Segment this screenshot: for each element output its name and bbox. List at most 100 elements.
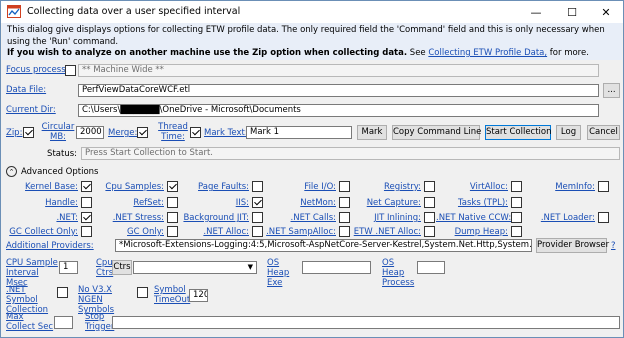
provider-browser-button[interactable]: Provider Browser bbox=[536, 238, 609, 253]
advanced-options-toggle[interactable]: ⌃ bbox=[6, 166, 17, 177]
meminfo-checkbox[interactable] bbox=[598, 181, 609, 192]
thread-time-checkbox[interactable] bbox=[190, 127, 201, 138]
virtalloc-label[interactable]: VirtAlloc: bbox=[436, 182, 508, 193]
os-heap-exe-input[interactable] bbox=[302, 261, 371, 274]
registry-label[interactable]: Registry: bbox=[349, 182, 421, 193]
max-collect-sec-input[interactable] bbox=[54, 316, 73, 329]
merge-checkbox[interactable] bbox=[137, 127, 148, 138]
refset-label[interactable]: RefSet: bbox=[92, 198, 164, 209]
os-heap-process-input[interactable] bbox=[417, 261, 445, 274]
etw-net-alloc-checkbox[interactable] bbox=[424, 226, 435, 237]
symbol-timeout-label[interactable]: Symbol TimeOut bbox=[154, 285, 190, 305]
data-file-label[interactable]: Data File: bbox=[6, 85, 46, 96]
minimize-icon: — bbox=[530, 5, 542, 19]
maximize-icon: ☐ bbox=[567, 5, 577, 19]
net-alloc-label[interactable]: .NET Alloc: bbox=[177, 227, 249, 238]
page-faults-label[interactable]: Page Faults: bbox=[177, 182, 249, 193]
net-symbol-collection-checkbox[interactable] bbox=[57, 287, 68, 298]
gc-collect-only-checkbox[interactable] bbox=[81, 226, 92, 237]
no-v3x-ngen-checkbox[interactable] bbox=[137, 287, 148, 298]
cpu-samples-label[interactable]: Cpu Samples: bbox=[92, 182, 164, 193]
net-symbol-collection-label[interactable]: .NET Symbol Collection bbox=[6, 285, 56, 315]
additional-providers-input[interactable]: *Microsoft-Extensions-Logging:4:5,Micros… bbox=[115, 239, 532, 252]
handle-label[interactable]: Handle: bbox=[6, 198, 78, 209]
focus-process-label[interactable]: Focus process: bbox=[6, 65, 69, 76]
focus-process-checkbox[interactable] bbox=[65, 65, 76, 76]
iis-label[interactable]: IIS: bbox=[177, 198, 249, 209]
tasks-tpl-checkbox[interactable] bbox=[511, 197, 522, 208]
start-collection-button[interactable]: Start Collection bbox=[485, 125, 552, 140]
cpu-sample-interval-label[interactable]: CPU Sample Interval Msec bbox=[6, 258, 62, 288]
browse-data-file-button[interactable]: ... bbox=[603, 83, 620, 98]
merge-label[interactable]: Merge: bbox=[108, 128, 137, 139]
net-calls-label[interactable]: .NET Calls: bbox=[264, 213, 336, 224]
net-capture-label[interactable]: Net Capture: bbox=[349, 198, 421, 209]
focus-process-input[interactable]: ** Machine Wide ** bbox=[78, 64, 599, 77]
net-stress-label[interactable]: .NET Stress: bbox=[92, 213, 164, 224]
max-collect-sec-label[interactable]: Max Collect Sec bbox=[6, 312, 54, 332]
net-alloc-checkbox[interactable] bbox=[252, 226, 263, 237]
net-label[interactable]: .NET: bbox=[6, 213, 78, 224]
kernel-base-label[interactable]: Kernel Base: bbox=[6, 182, 78, 193]
cancel-button[interactable]: Cancel bbox=[587, 125, 620, 140]
jit-inlining-checkbox[interactable] bbox=[424, 212, 435, 223]
meminfo-label[interactable]: MemInfo: bbox=[523, 182, 595, 193]
registry-checkbox[interactable] bbox=[424, 181, 435, 192]
mark-button[interactable]: Mark bbox=[357, 125, 387, 140]
net-capture-checkbox[interactable] bbox=[424, 197, 435, 208]
iis-checkbox[interactable] bbox=[252, 197, 263, 208]
log-button[interactable]: Log bbox=[556, 125, 581, 140]
handle-checkbox[interactable] bbox=[81, 197, 92, 208]
cpu-ctrs-button[interactable]: Ctrs bbox=[112, 260, 132, 275]
zip-checkbox[interactable] bbox=[23, 127, 34, 138]
gc-collect-only-label[interactable]: GC Collect Only: bbox=[6, 227, 78, 238]
background-jit-label[interactable]: Background JIT: bbox=[177, 213, 249, 224]
page-faults-checkbox[interactable] bbox=[252, 181, 263, 192]
no-v3x-ngen-label[interactable]: No V3.X NGEN Symbols bbox=[78, 285, 138, 315]
title-bar: Collecting data over a user specified in… bbox=[1, 1, 623, 23]
maximize-button[interactable]: ☐ bbox=[555, 1, 589, 23]
etw-profile-link[interactable]: Collecting ETW Profile Data, bbox=[428, 48, 547, 58]
circular-mb-label[interactable]: Circular MB: bbox=[41, 122, 75, 142]
stop-trigger-label[interactable]: Stop Trigger bbox=[85, 312, 114, 332]
kernel-base-checkbox[interactable] bbox=[81, 181, 92, 192]
data-file-input[interactable]: PerfViewDataCoreWCF.etl bbox=[78, 84, 599, 97]
background-jit-checkbox[interactable] bbox=[252, 212, 263, 223]
gc-only-label[interactable]: GC Only: bbox=[92, 227, 164, 238]
description-see: See bbox=[407, 48, 429, 58]
net-native-ccw-checkbox[interactable] bbox=[511, 212, 522, 223]
net-sampalloc-label[interactable]: .NET SampAlloc: bbox=[264, 227, 336, 238]
net-loader-checkbox[interactable] bbox=[598, 212, 609, 223]
net-loader-label[interactable]: .NET Loader: bbox=[523, 213, 595, 224]
cpu-sample-interval-input[interactable]: 1 bbox=[59, 261, 78, 274]
zip-label[interactable]: Zip: bbox=[6, 128, 22, 139]
jit-inlining-label[interactable]: JIT Inlining: bbox=[349, 213, 421, 224]
netmon-label[interactable]: NetMon: bbox=[264, 198, 336, 209]
os-heap-process-label[interactable]: OS Heap Process bbox=[382, 258, 418, 288]
stop-trigger-input[interactable] bbox=[112, 316, 620, 329]
close-button[interactable]: ✕ bbox=[589, 1, 623, 23]
os-heap-exe-label[interactable]: OS Heap Exe bbox=[267, 258, 301, 288]
provider-help-link[interactable]: ? bbox=[611, 241, 616, 252]
status-field: Press Start Collection to Start. bbox=[81, 147, 620, 160]
symbol-timeout-input[interactable]: 120 bbox=[189, 289, 208, 302]
mark-text-label[interactable]: Mark Text: bbox=[204, 128, 248, 139]
cpu-ctrs-combobox[interactable]: ▼ bbox=[133, 261, 257, 274]
etw-net-alloc-label[interactable]: ETW .NET Alloc: bbox=[349, 227, 421, 238]
collection-dialog: Collecting data over a user specified in… bbox=[0, 0, 624, 338]
tasks-tpl-label[interactable]: Tasks (TPL): bbox=[436, 198, 508, 209]
net-checkbox[interactable] bbox=[81, 212, 92, 223]
additional-providers-label[interactable]: Additional Providers: bbox=[6, 241, 94, 252]
file-i-o-label[interactable]: File I/O: bbox=[264, 182, 336, 193]
dump-heap-label[interactable]: Dump Heap: bbox=[436, 227, 508, 238]
virtalloc-checkbox[interactable] bbox=[511, 181, 522, 192]
dump-heap-checkbox[interactable] bbox=[511, 226, 522, 237]
minimize-button[interactable]: — bbox=[519, 1, 553, 23]
net-native-ccw-label[interactable]: .NET Native CCW: bbox=[436, 213, 511, 224]
mark-text-input[interactable]: Mark 1 bbox=[246, 126, 352, 139]
thread-time-label[interactable]: Thread Time: bbox=[157, 122, 189, 142]
circular-mb-input[interactable]: 2000 bbox=[76, 126, 104, 139]
current-dir-label[interactable]: Current Dir: bbox=[6, 105, 56, 116]
current-dir-input[interactable]: C:\Users\██████\OneDrive - Microsoft\Doc… bbox=[78, 104, 599, 117]
copy-command-line-button[interactable]: Copy Command Line bbox=[392, 125, 481, 140]
